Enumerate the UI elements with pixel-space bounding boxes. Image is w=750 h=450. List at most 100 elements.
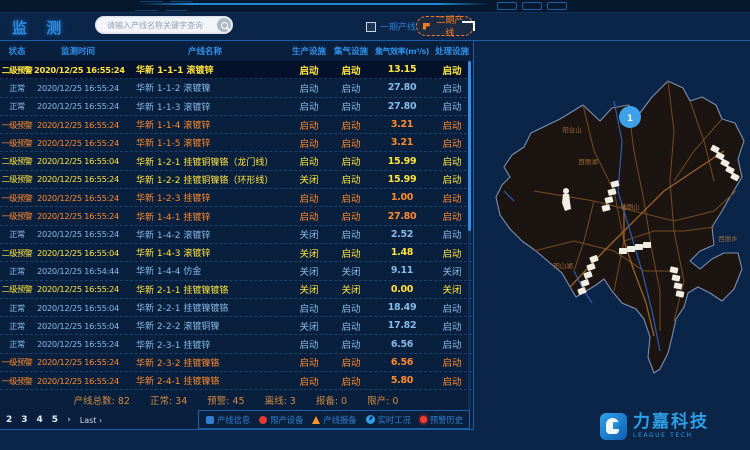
table-row[interactable]: 一级预警2020/12/25 16:55:24华新 1-2-3 挂镀锌启动启动1…	[0, 189, 472, 207]
bottom-bar: 2345 › Last › 产线信息 限产设备产线报备 实时工况预警历史	[0, 410, 472, 430]
efficiency-cell: 3.21	[372, 137, 432, 148]
table-row[interactable]: 一级预警2020/12/25 16:55:24华新 1-4-1 挂镀锌启动启动2…	[0, 207, 472, 225]
table-row[interactable]: 一级预警2020/12/25 16:55:24华新 2-4-1 挂镀镍铬启动启动…	[0, 372, 472, 390]
table-row[interactable]: 二级预警2020/12/25 16:55:04华新 1-2-1 挂镀铜镍铬（龙门…	[0, 152, 472, 170]
page-button[interactable]: 2	[6, 415, 12, 425]
line-name-cell: 华新 1-2-2 挂镀铜镍铬（环形线）	[122, 173, 288, 186]
next-page-button[interactable]: ›	[67, 415, 71, 425]
district-map[interactable]: 1 阳台山西丽湖塘朗山西丽乡阳山湖	[474, 40, 750, 431]
legend-item[interactable]: 产线信息	[206, 414, 250, 426]
table-scrollbar[interactable]	[468, 61, 471, 411]
treatment-facility-cell: 关闭	[432, 282, 472, 296]
legend-label: 限产设备	[270, 414, 303, 426]
treatment-facility-cell: 启动	[432, 319, 472, 333]
logo-name: 力嘉科技	[633, 414, 709, 431]
page-button[interactable]: 5	[52, 415, 58, 425]
phase1-checkbox-row[interactable]: 一期产线	[366, 20, 416, 33]
table-row[interactable]: 一级预警2020/12/25 16:55:24华新 1-1-4 滚镀锌启动启动3…	[0, 116, 472, 134]
search-button[interactable]	[217, 18, 231, 32]
table-row[interactable]: 正常2020/12/25 16:55:24华新 1-1-3 滚镀锌启动启动27.…	[0, 98, 472, 116]
line-name-cell: 华新 1-1-3 滚镀锌	[122, 100, 288, 113]
efficiency-cell: 18.49	[372, 302, 432, 313]
district-boundary	[496, 81, 744, 373]
treatment-facility-cell: 启动	[432, 355, 472, 369]
map-place-label: 阳山湖	[553, 260, 573, 270]
treatment-facility-cell: 关闭	[432, 264, 472, 278]
status-cell: 一级预警	[0, 192, 34, 204]
table-row[interactable]: 一级预警2020/12/25 16:55:24华新 2-3-2 挂镀镍铬启动启动…	[0, 354, 472, 372]
line-name-cell: 华新 1-1-5 滚镀锌	[122, 136, 288, 149]
efficiency-cell: 9.11	[372, 265, 432, 276]
table-row[interactable]: 正常2020/12/25 16:55:24华新 1-1-2 滚镀镍启动启动27.…	[0, 79, 472, 97]
table-row[interactable]: 正常2020/12/25 16:55:24华新 2-3-1 挂镀锌启动启动6.5…	[0, 335, 472, 353]
line-name-cell: 华新 1-2-3 挂镀锌	[122, 191, 288, 204]
time-cell: 2020/12/25 16:54:44	[34, 266, 122, 276]
time-cell: 2020/12/25 16:55:04	[34, 303, 122, 313]
time-cell: 2020/12/25 16:55:04	[34, 248, 122, 258]
efficiency-cell: 27.80	[372, 82, 432, 93]
legend-label: 产线信息	[217, 414, 250, 426]
last-page-button[interactable]: Last ›	[80, 416, 102, 425]
limited-device-icon	[259, 416, 267, 424]
gas-facility-cell: 启动	[330, 301, 372, 315]
time-cell: 2020/12/25 16:55:24	[34, 339, 122, 349]
table-row[interactable]: 二级预警2020/12/25 16:55:24华新 1-1-1 滚镀锌启动启动1…	[0, 61, 472, 79]
logo-icon	[600, 413, 627, 440]
page-button[interactable]: 4	[37, 415, 43, 425]
efficiency-cell: 2.52	[372, 229, 432, 240]
efficiency-cell: 0.00	[372, 284, 432, 295]
status-cell: 一级预警	[0, 210, 34, 222]
gas-facility-cell: 启动	[330, 355, 372, 369]
production-facility-cell: 启动	[288, 301, 330, 315]
table-row[interactable]: 正常2020/12/25 16:55:04华新 2-2-2 滚镀铜镍关闭启动17…	[0, 317, 472, 335]
gas-facility-cell: 启动	[330, 81, 372, 95]
gas-facility-cell: 启动	[330, 319, 372, 333]
map-place-label: 阳台山	[562, 124, 582, 134]
page-button[interactable]: 3	[21, 415, 27, 425]
summary-stat: 产线总数: 82	[74, 393, 130, 407]
box-decoration	[522, 2, 542, 10]
legend-label: 实时工况	[378, 414, 411, 426]
status-cell: 一级预警	[0, 137, 34, 149]
production-facility-cell: 关闭	[288, 319, 330, 333]
production-facility-cell: 启动	[288, 63, 330, 77]
table-row[interactable]: 正常2020/12/25 16:55:24华新 1-4-2 滚镀锌关闭启动2.5…	[0, 226, 472, 244]
summary-stat: 离线: 3	[265, 393, 296, 407]
table-row[interactable]: 二级预警2020/12/25 16:55:24华新 2-1-1 挂镀镍镀铬关闭关…	[0, 281, 472, 299]
status-cell: 一级预警	[0, 119, 34, 131]
status-cell: 二级预警	[0, 155, 34, 167]
efficiency-cell: 13.15	[372, 64, 432, 75]
gas-facility-cell: 关闭	[330, 264, 372, 278]
efficiency-cell: 6.56	[372, 339, 432, 350]
table-row[interactable]: 正常2020/12/25 16:54:44华新 1-4-4 仿金关闭关闭9.11…	[0, 262, 472, 280]
efficiency-cell: 6.56	[372, 357, 432, 368]
status-cell: 一级预警	[0, 356, 34, 368]
checkbox-icon[interactable]	[366, 22, 376, 32]
selection-corner-bracket	[462, 21, 475, 31]
production-facility-cell: 启动	[288, 374, 330, 388]
legend-item[interactable]: 产线报备	[312, 414, 356, 426]
gas-facility-cell: 启动	[330, 227, 372, 241]
search-input[interactable]	[105, 17, 217, 34]
table-row[interactable]: 正常2020/12/25 16:55:04华新 2-2-1 挂镀镍镀铬启动启动1…	[0, 299, 472, 317]
cluster-bubble-marker[interactable]: 1	[619, 106, 641, 128]
status-cell: 正常	[0, 82, 34, 94]
legend-item[interactable]: 实时工况	[366, 414, 411, 426]
map-place-label: 西丽湖	[578, 156, 598, 166]
legend-item[interactable]: 限产设备	[259, 414, 303, 426]
glow-line-decoration	[140, 3, 490, 5]
table-row[interactable]: 二级预警2020/12/25 16:55:04华新 1-4-3 滚镀锌关闭启动1…	[0, 244, 472, 262]
time-cell: 2020/12/25 16:55:24	[34, 65, 122, 75]
map-place-label: 塘朗山	[620, 201, 640, 211]
gas-facility-cell: 启动	[330, 191, 372, 205]
line-name-cell: 华新 1-4-2 滚镀锌	[122, 228, 288, 241]
summary-stat: 限产: 0	[367, 393, 398, 407]
production-facility-cell: 关闭	[288, 246, 330, 260]
table-row[interactable]: 一级预警2020/12/25 16:55:24华新 1-1-5 滚镀锌启动启动3…	[0, 134, 472, 152]
scrollbar-thumb[interactable]	[468, 61, 471, 231]
table-row[interactable]: 二级预警2020/12/25 16:55:24华新 1-2-2 挂镀铜镍铬（环形…	[0, 171, 472, 189]
legend-item[interactable]: 预警历史	[420, 414, 463, 426]
line-name-cell: 华新 2-2-2 滚镀铜镍	[122, 319, 288, 332]
status-cell: 正常	[0, 265, 34, 277]
efficiency-cell: 15.99	[372, 174, 432, 185]
